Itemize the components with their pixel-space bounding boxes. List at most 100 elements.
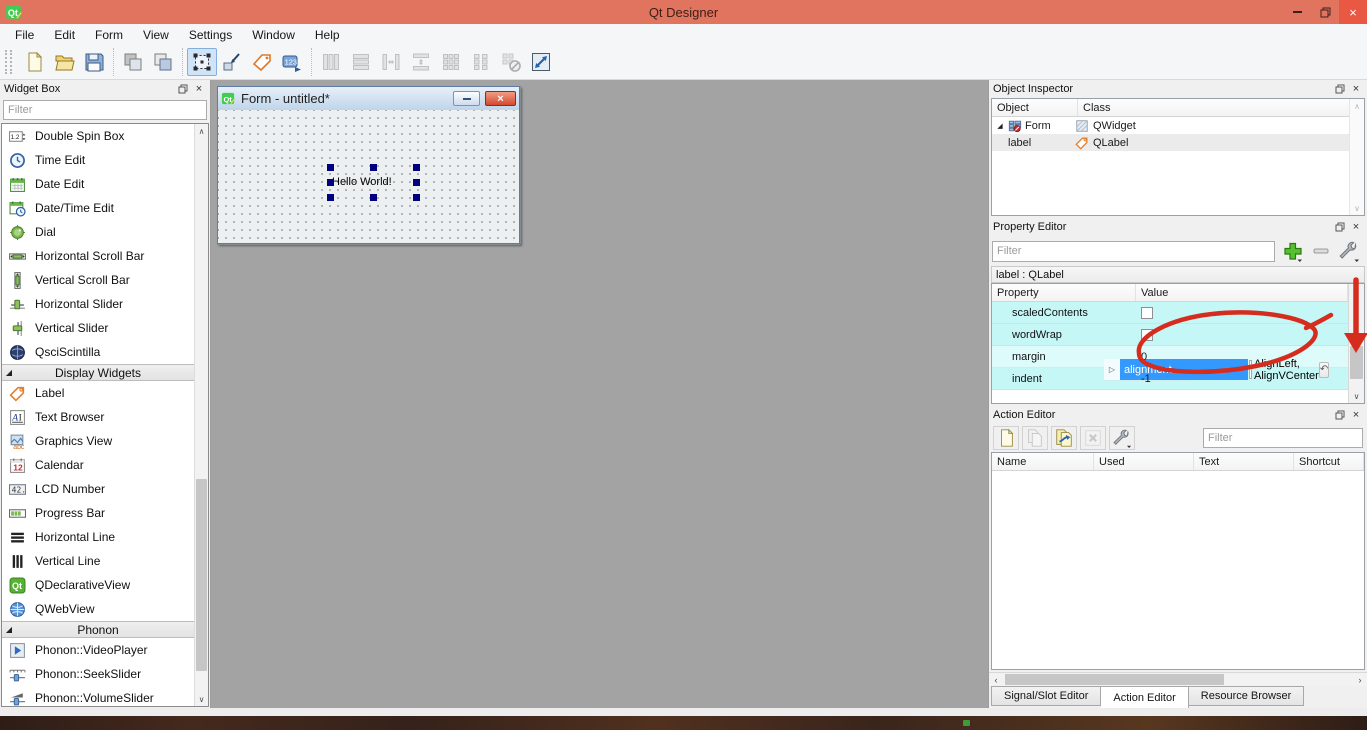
widget-item-lcd-number[interactable]: 42.LCD Number bbox=[2, 477, 194, 501]
widget-item-horizontal-slider[interactable]: Horizontal Slider bbox=[2, 292, 194, 316]
property-editor-float-icon[interactable] bbox=[1333, 221, 1347, 234]
property-value[interactable]: 0 bbox=[1136, 346, 1348, 367]
widget-item-calendar[interactable]: 12Calendar bbox=[2, 453, 194, 477]
column-header-class[interactable]: Class bbox=[1078, 99, 1364, 116]
resize-handle[interactable] bbox=[327, 179, 334, 186]
widget-item-vertical-line[interactable]: Vertical Line bbox=[2, 549, 194, 573]
tab-action-editor[interactable]: Action Editor bbox=[1101, 686, 1188, 708]
action-filter-input[interactable] bbox=[1203, 428, 1363, 448]
action-editor-hscrollbar[interactable]: ‹ › bbox=[989, 672, 1367, 686]
resize-handle[interactable] bbox=[413, 194, 420, 201]
column-header-text[interactable]: Text bbox=[1194, 453, 1294, 470]
property-row-indent[interactable]: indent-1 bbox=[992, 368, 1348, 390]
toolbar-layout-grid-button[interactable] bbox=[436, 48, 466, 76]
widget-box-float-icon[interactable] bbox=[176, 83, 190, 96]
resize-handle[interactable] bbox=[327, 164, 334, 171]
property-wrench-button[interactable] bbox=[1335, 239, 1363, 263]
widget-item-horizontal-line[interactable]: Horizontal Line bbox=[2, 525, 194, 549]
object-row-form[interactable]: ◢FormQWidget bbox=[992, 117, 1364, 134]
action-delete-action-button[interactable] bbox=[1080, 426, 1106, 450]
column-header-value[interactable]: Value bbox=[1136, 284, 1348, 301]
expand-icon[interactable]: ◢ bbox=[995, 122, 1005, 130]
column-header-object[interactable]: Object bbox=[992, 99, 1078, 116]
tab-signal-slot-editor[interactable]: Signal/Slot Editor bbox=[991, 686, 1101, 706]
widget-item-qwebview[interactable]: QWebView bbox=[2, 597, 194, 621]
widget-item-text-browser[interactable]: AIText Browser bbox=[2, 405, 194, 429]
widget-item-label[interactable]: Label bbox=[2, 381, 194, 405]
menu-settings[interactable]: Settings bbox=[180, 26, 241, 44]
menu-file[interactable]: File bbox=[6, 26, 43, 44]
menu-window[interactable]: Window bbox=[243, 26, 304, 44]
toolbar-edit-taborder-button[interactable]: 123 bbox=[277, 48, 307, 76]
form-canvas[interactable]: Hello World! bbox=[218, 110, 519, 243]
menu-view[interactable]: View bbox=[134, 26, 178, 44]
widget-item-time-edit[interactable]: Time Edit bbox=[2, 148, 194, 172]
property-value[interactable] bbox=[1136, 302, 1348, 323]
widget-category-display-widgets[interactable]: ◢Display Widgets bbox=[2, 364, 194, 381]
resize-handle[interactable] bbox=[413, 179, 420, 186]
column-header-name[interactable]: Name bbox=[992, 453, 1094, 470]
action-editor-float-icon[interactable] bbox=[1333, 409, 1347, 422]
menu-help[interactable]: Help bbox=[306, 26, 349, 44]
resize-handle[interactable] bbox=[327, 194, 334, 201]
widget-category-phonon[interactable]: ◢Phonon bbox=[2, 621, 194, 638]
scroll-right-icon[interactable]: › bbox=[1353, 673, 1367, 686]
toolbar-splitter-vertical-button[interactable] bbox=[406, 48, 436, 76]
widget-item-vertical-slider[interactable]: Vertical Slider bbox=[2, 316, 194, 340]
widget-item-phonon-videoplayer[interactable]: Phonon::VideoPlayer bbox=[2, 638, 194, 662]
toolbar-clone-front-button[interactable] bbox=[148, 48, 178, 76]
object-inspector-scrollbar[interactable]: ∧ ∨ bbox=[1349, 99, 1364, 215]
property-row-wordwrap[interactable]: wordWrap bbox=[992, 324, 1348, 346]
checkbox-unchecked[interactable] bbox=[1141, 329, 1153, 341]
action-editor-close-icon[interactable]: × bbox=[1349, 409, 1363, 422]
scroll-down-icon[interactable]: ∨ bbox=[1350, 201, 1364, 215]
property-row-margin[interactable]: margin0 bbox=[992, 346, 1348, 368]
close-window-icon[interactable]: × bbox=[1339, 0, 1367, 24]
action-copy-action-button[interactable] bbox=[1022, 426, 1048, 450]
widget-item-progress-bar[interactable]: Progress Bar bbox=[2, 501, 194, 525]
toolbar-break-layout-button[interactable] bbox=[496, 48, 526, 76]
widget-item-date-edit[interactable]: Date Edit bbox=[2, 172, 194, 196]
widget-list-scrollbar[interactable]: ∧ ∨ bbox=[194, 124, 208, 706]
action-wrench-button[interactable] bbox=[1109, 426, 1135, 450]
widget-item-phonon-seekslider[interactable]: Phonon::SeekSlider bbox=[2, 662, 194, 686]
action-new-action-button[interactable] bbox=[993, 426, 1019, 450]
toolbar-adjust-size-button[interactable] bbox=[526, 48, 556, 76]
checkbox-unchecked[interactable] bbox=[1141, 307, 1153, 319]
toolbar-clone-back-button[interactable] bbox=[118, 48, 148, 76]
resize-handle[interactable] bbox=[413, 164, 420, 171]
toolbar-splitter-horizontal-button[interactable] bbox=[376, 48, 406, 76]
widget-item-qsciscintilla[interactable]: QsciScintilla bbox=[2, 340, 194, 364]
form-minimize-icon[interactable] bbox=[453, 91, 480, 106]
toolbar-edit-buddies-button[interactable] bbox=[247, 48, 277, 76]
scroll-thumb[interactable] bbox=[1350, 346, 1363, 379]
scroll-down-icon[interactable]: ∨ bbox=[195, 692, 208, 706]
menu-edit[interactable]: Edit bbox=[45, 26, 84, 44]
widget-item-dial[interactable]: Dial bbox=[2, 220, 194, 244]
toolbar-drag-handle[interactable] bbox=[5, 50, 12, 74]
scroll-down-icon[interactable]: ∨ bbox=[1349, 389, 1364, 403]
toolbar-layout-form-button[interactable] bbox=[466, 48, 496, 76]
scroll-up-icon[interactable]: ∧ bbox=[1349, 284, 1364, 298]
column-header-shortcut[interactable]: Shortcut bbox=[1294, 453, 1364, 470]
property-plus-green-button[interactable] bbox=[1279, 239, 1307, 263]
form-window-titlebar[interactable]: Qt Form - untitled* × bbox=[218, 87, 519, 110]
menu-form[interactable]: Form bbox=[86, 26, 132, 44]
widget-item-phonon-volumeslider[interactable]: Phonon::VolumeSlider bbox=[2, 686, 194, 706]
toolbar-save-button[interactable] bbox=[79, 48, 109, 76]
widget-item-horizontal-scroll-bar[interactable]: Horizontal Scroll Bar bbox=[2, 244, 194, 268]
resize-handle[interactable] bbox=[370, 164, 377, 171]
scroll-up-icon[interactable]: ∧ bbox=[195, 124, 208, 138]
widget-item-qdeclarativeview[interactable]: QtQDeclarativeView bbox=[2, 573, 194, 597]
property-minus-gray-button[interactable] bbox=[1307, 239, 1335, 263]
object-row-label[interactable]: labelQLabel bbox=[992, 134, 1364, 151]
toolbar-open-folder-button[interactable] bbox=[49, 48, 79, 76]
scroll-up-icon[interactable]: ∧ bbox=[1350, 99, 1364, 113]
widget-item-double-spin-box[interactable]: 1.2Double Spin Box bbox=[2, 124, 194, 148]
toolbar-new-file-button[interactable] bbox=[19, 48, 49, 76]
column-header-used[interactable]: Used bbox=[1094, 453, 1194, 470]
property-editor-close-icon[interactable]: × bbox=[1349, 221, 1363, 234]
widget-box-close-icon[interactable]: × bbox=[192, 83, 206, 96]
toolbar-layout-vertical-button[interactable] bbox=[346, 48, 376, 76]
form-close-icon[interactable]: × bbox=[485, 91, 516, 106]
